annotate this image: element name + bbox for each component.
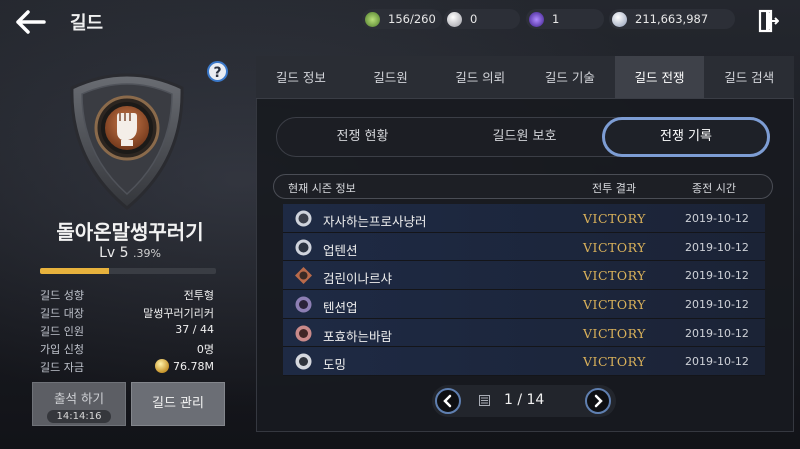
level-label: Lv 5	[99, 245, 129, 261]
info-row-leader: 길드 대장 말썽꾸러기리커	[40, 305, 214, 321]
tab-guild-search[interactable]: 길드 검색	[704, 56, 794, 98]
guild-name: 돌아온말썽꾸러기	[56, 220, 204, 244]
energy-resource: 156/260	[362, 9, 442, 29]
battle-result: VICTORY	[583, 325, 646, 341]
silver-value: 211,663,987	[635, 12, 709, 26]
guild-level: Lv 5 .39%	[30, 245, 230, 261]
header-result: 전투 결과	[592, 182, 636, 195]
prev-page-button[interactable]	[435, 388, 461, 414]
info-value: 76.78M	[155, 359, 214, 375]
info-value: 0명	[196, 343, 214, 356]
table-row[interactable]: 텐션업 VICTORY 2019-10-12	[283, 290, 765, 319]
purple-orb-icon	[529, 11, 544, 27]
enemy-guild-name: 검린이나르샤	[323, 271, 393, 287]
attendance-label: 출석 하기	[54, 391, 104, 406]
gold-coin-icon	[155, 359, 170, 373]
pearl-icon	[447, 11, 462, 27]
info-row-applications: 가입 신청 0명	[40, 341, 214, 357]
end-date: 2019-10-12	[685, 212, 749, 225]
enemy-guild-name: 포효하는바람	[323, 328, 393, 344]
pearl-value: 0	[470, 12, 478, 26]
battle-result: VICTORY	[583, 354, 646, 370]
subtab-member-protection[interactable]: 길드원 보호	[447, 118, 602, 156]
chevron-right-icon	[594, 394, 603, 408]
silver-coin-icon	[612, 11, 627, 27]
pearl-resource: 0	[444, 9, 520, 29]
funds-value: 76.78M	[173, 360, 214, 373]
end-date: 2019-10-12	[685, 269, 749, 283]
battle-result: VICTORY	[583, 297, 646, 313]
battle-result: VICTORY	[583, 239, 646, 255]
tab-skills[interactable]: 길드 기술	[525, 56, 615, 98]
orb-value: 1	[552, 12, 560, 26]
info-key: 길드 인원	[40, 325, 84, 338]
chevron-left-icon	[443, 394, 452, 408]
subtab-war-status[interactable]: 전쟁 현황	[285, 118, 440, 156]
subtab-war-record[interactable]: 전쟁 기록	[602, 117, 770, 157]
guild-emblem-icon	[295, 267, 312, 285]
war-subtabs: 전쟁 현황 길드원 보호 전쟁 기록	[276, 117, 770, 157]
energy-value: 156/260	[388, 12, 436, 26]
info-value: 37 / 44	[175, 323, 214, 336]
info-key: 길드 자금	[40, 361, 84, 374]
table-header: 현재 시즌 정보 전투 결과 종전 시간	[273, 174, 773, 199]
table-row[interactable]: 업텐션 VICTORY 2019-10-12	[283, 232, 765, 262]
tab-requests[interactable]: 길드 의뢰	[435, 56, 525, 98]
next-page-button[interactable]	[585, 388, 611, 414]
end-date: 2019-10-12	[685, 240, 749, 254]
end-date: 2019-10-12	[685, 326, 749, 340]
exp-bar	[40, 268, 216, 274]
page-grid-icon	[479, 395, 490, 406]
info-value: 전투형	[183, 289, 214, 302]
guild-manage-button[interactable]: 길드 관리	[131, 382, 225, 426]
attendance-button[interactable]: 출석 하기 14:14:16	[32, 382, 126, 426]
info-row-style: 길드 성향 전투형	[40, 287, 214, 303]
page-title: 길드	[70, 13, 104, 34]
table-row[interactable]: 검린이나르샤 VICTORY 2019-10-12	[283, 261, 765, 291]
exp-bar-fill	[40, 268, 109, 274]
back-arrow-icon[interactable]	[14, 8, 48, 36]
header-end-time: 종전 시간	[692, 182, 736, 195]
guild-emblem-icon	[295, 239, 312, 256]
info-key: 길드 성향	[40, 289, 84, 302]
info-row-members: 길드 인원 37 / 44	[40, 323, 214, 339]
guild-emblem-icon	[295, 325, 312, 342]
leaf-energy-icon	[365, 11, 380, 27]
war-record-list: 자사하는프로사냥러 VICTORY 2019-10-12 업텐션 VICTORY…	[283, 204, 765, 377]
exp-percent: .39%	[132, 247, 161, 260]
end-date: 2019-10-12	[685, 298, 749, 312]
pagination: 1 / 14	[432, 385, 616, 417]
end-date: 2019-10-12	[685, 355, 749, 369]
enemy-guild-name: 텐션업	[323, 300, 358, 316]
table-row[interactable]: 자사하는프로사냥러 VICTORY 2019-10-12	[283, 204, 765, 233]
info-row-funds: 길드 자금 76.78M	[40, 359, 214, 375]
tab-members[interactable]: 길드원	[346, 56, 436, 98]
page-indicator: 1 / 14	[504, 392, 545, 408]
tab-guild-info[interactable]: 길드 정보	[256, 56, 346, 98]
guild-emblem-icon	[295, 296, 312, 313]
top-bar: 길드 156/260 0 1 211,663,987	[0, 0, 800, 42]
attendance-timer: 14:14:16	[46, 410, 112, 423]
guild-emblem-icon	[295, 210, 312, 227]
battle-result: VICTORY	[583, 268, 646, 284]
header-season-info: 현재 시즌 정보	[288, 182, 356, 195]
info-key: 가입 신청	[40, 343, 84, 356]
enemy-guild-name: 도밍	[323, 357, 347, 373]
enemy-guild-name: 업텐션	[323, 242, 358, 258]
tab-guild-war[interactable]: 길드 전쟁	[614, 56, 705, 98]
info-value: 말썽꾸러기리커	[143, 307, 214, 320]
table-row[interactable]: 도밍 VICTORY 2019-10-12	[283, 347, 765, 377]
table-row[interactable]: 포효하는바람 VICTORY 2019-10-12	[283, 318, 765, 348]
orb-resource: 1	[526, 9, 604, 29]
info-key: 길드 대장	[40, 307, 84, 320]
help-button[interactable]: ?	[207, 61, 228, 82]
guild-emblem-icon	[295, 353, 312, 370]
guild-tabs: 길드 정보 길드원 길드 의뢰 길드 기술 길드 전쟁 길드 검색	[256, 56, 794, 99]
exit-door-icon[interactable]	[757, 9, 780, 33]
guild-emblem	[62, 66, 192, 211]
battle-result: VICTORY	[583, 211, 646, 226]
silver-resource: 211,663,987	[609, 9, 735, 29]
enemy-guild-name: 자사하는프로사냥러	[323, 214, 427, 229]
